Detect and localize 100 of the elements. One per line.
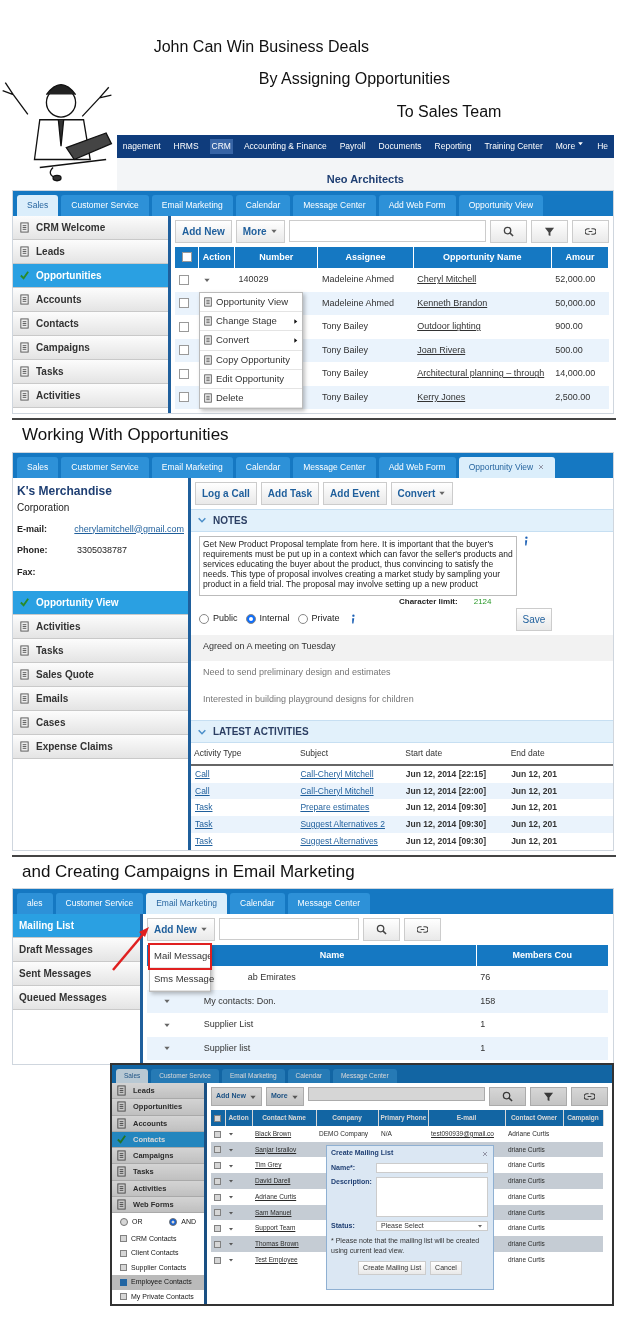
activity-type-link[interactable]: Task: [195, 835, 213, 846]
opportunity-link[interactable]: Joan Rivera: [417, 344, 466, 355]
search-button[interactable]: [489, 1087, 526, 1106]
row-checkbox[interactable]: [214, 1240, 221, 1248]
top-menu-item[interactable]: Payroll: [337, 139, 368, 154]
radio-button[interactable]: [120, 1218, 128, 1227]
menu-item[interactable]: Opportunity View: [200, 292, 302, 312]
email-link[interactable]: cherylamitchell@gmail.com: [74, 522, 184, 536]
menu-item[interactable]: Edit Opportunity: [200, 369, 302, 389]
search-button[interactable]: [362, 917, 400, 941]
row-checkbox[interactable]: [214, 1177, 221, 1185]
tab[interactable]: Opportunity View: [458, 456, 556, 478]
row-checkbox[interactable]: [179, 392, 189, 403]
page-icon: [116, 1150, 127, 1162]
sidebar-item[interactable]: Cases: [13, 711, 188, 735]
row-checkbox[interactable]: [214, 1256, 221, 1264]
sidebar-item[interactable]: Tasks: [13, 639, 188, 663]
menu-item[interactable]: Delete: [200, 389, 302, 409]
row-checkbox[interactable]: [179, 274, 189, 285]
sidebar-item[interactable]: Campaigns: [13, 335, 168, 360]
opportunity-link[interactable]: Outdoor lighting: [417, 321, 481, 332]
top-menu-item[interactable]: Documents: [376, 139, 424, 154]
action-button[interactable]: Add Task: [260, 481, 320, 505]
top-menu-item[interactable]: HRMS: [171, 139, 201, 154]
menu-item[interactable]: Mail Message: [150, 944, 210, 968]
sidebar-item[interactable]: Sent Messages: [13, 961, 140, 986]
action-button[interactable]: Log a Call: [195, 481, 257, 505]
subject-link[interactable]: Suggest Alternatives: [300, 835, 378, 846]
add-new-button[interactable]: Add New: [147, 917, 215, 941]
menu-item[interactable]: Convert: [200, 331, 302, 351]
sidebar-item[interactable]: Expense Claims: [13, 735, 188, 759]
sidebar-item[interactable]: Accounts: [13, 287, 168, 312]
radio-button[interactable]: [245, 614, 256, 624]
top-menu-item[interactable]: Reporting: [432, 139, 474, 154]
table-cell: 900.00: [551, 315, 609, 339]
top-menu-item[interactable]: Training Center: [482, 139, 545, 154]
search-field[interactable]: [288, 219, 486, 242]
checkbox[interactable]: [120, 1235, 127, 1243]
top-menu-item[interactable]: Accounting & Finance: [241, 139, 329, 154]
sidebar-item[interactable]: Leads: [13, 239, 168, 264]
row-checkbox[interactable]: [214, 1209, 221, 1217]
row-checkbox[interactable]: [179, 298, 189, 309]
sidebar-item[interactable]: Activities: [13, 615, 188, 639]
row-checkbox[interactable]: [214, 1193, 221, 1201]
sidebar-item[interactable]: CRM Welcome: [13, 215, 168, 240]
checkbox[interactable]: [120, 1278, 127, 1286]
checkbox[interactable]: [120, 1264, 127, 1272]
sidebar-item[interactable]: Sales Quote: [13, 663, 188, 687]
activity-type-link[interactable]: Call: [195, 785, 210, 796]
activity-type-link[interactable]: Task: [195, 802, 213, 813]
row-checkbox[interactable]: [179, 368, 189, 379]
link-button[interactable]: [572, 219, 609, 243]
add-new-button[interactable]: Add New: [175, 219, 232, 243]
radio-button[interactable]: [199, 614, 209, 624]
action-button[interactable]: Convert: [390, 481, 454, 505]
opportunity-link[interactable]: Kerry Jones: [417, 391, 466, 402]
menu-item[interactable]: Change Stage: [200, 312, 302, 332]
action-button[interactable]: Add Event: [323, 481, 387, 505]
filter-button[interactable]: [531, 219, 568, 243]
checkbox[interactable]: [120, 1249, 127, 1257]
activity-type-link[interactable]: Call: [195, 768, 210, 779]
top-menu-item[interactable]: More: [553, 139, 587, 154]
sidebar-item[interactable]: Tasks: [13, 359, 168, 384]
row-checkbox[interactable]: [214, 1130, 221, 1138]
top-menu-item[interactable]: nagement: [120, 139, 163, 154]
search-field[interactable]: [218, 917, 359, 940]
checkbox[interactable]: [120, 1293, 127, 1301]
subject-link[interactable]: Prepare estimates: [300, 802, 370, 813]
tab[interactable]: Email Marketing: [146, 893, 228, 914]
link-button[interactable]: [403, 917, 441, 941]
link-button[interactable]: [571, 1087, 608, 1106]
tab[interactable]: Sales: [17, 195, 59, 216]
opportunity-link[interactable]: Architectural planning – through: [417, 368, 545, 379]
row-checkbox[interactable]: [214, 1162, 221, 1170]
sidebar-item[interactable]: Contacts: [13, 311, 168, 336]
row-checkbox[interactable]: [179, 345, 189, 356]
filter-button[interactable]: [530, 1087, 567, 1106]
select-all-checkbox[interactable]: [181, 252, 192, 263]
note-field[interactable]: Get New Product Proposal template from here. It is important that the buyer's requirements must be put up in a context which can favor the seller's products and services educating the buyer about the product, thus convincing to satisfy the needs. This type of proposal involves creating a market study by sampling your product in a field trial. The proposal may involve setting up a new product: [199, 535, 517, 596]
radio-button[interactable]: [297, 614, 308, 624]
activity-type-link[interactable]: Task: [195, 819, 213, 829]
more-button[interactable]: More: [235, 219, 285, 243]
row-checkbox[interactable]: [179, 321, 189, 332]
row-checkbox[interactable]: [214, 1146, 221, 1154]
row-checkbox[interactable]: [214, 1225, 221, 1233]
sidebar-item[interactable]: Activities: [13, 383, 168, 408]
name-field[interactable]: [376, 1162, 488, 1173]
subject-link[interactable]: Call-Cheryl Mitchell: [300, 768, 374, 779]
radio-button[interactable]: [169, 1218, 178, 1227]
sidebar-item[interactable]: Emails: [13, 687, 188, 711]
menu-item[interactable]: Copy Opportunity: [200, 350, 302, 370]
top-menu-item[interactable]: CRM: [209, 139, 233, 154]
select-all-checkbox[interactable]: [214, 1114, 222, 1122]
save-button[interactable]: Save: [515, 607, 553, 631]
search-button[interactable]: [490, 219, 527, 243]
top-menu-item[interactable]: He: [595, 139, 610, 154]
search-field[interactable]: [307, 1087, 485, 1101]
sidebar-item[interactable]: Queued Messages: [13, 985, 140, 1010]
opportunity-link[interactable]: Cheryl Mitchell: [417, 274, 477, 285]
description-field[interactable]: [376, 1177, 488, 1218]
